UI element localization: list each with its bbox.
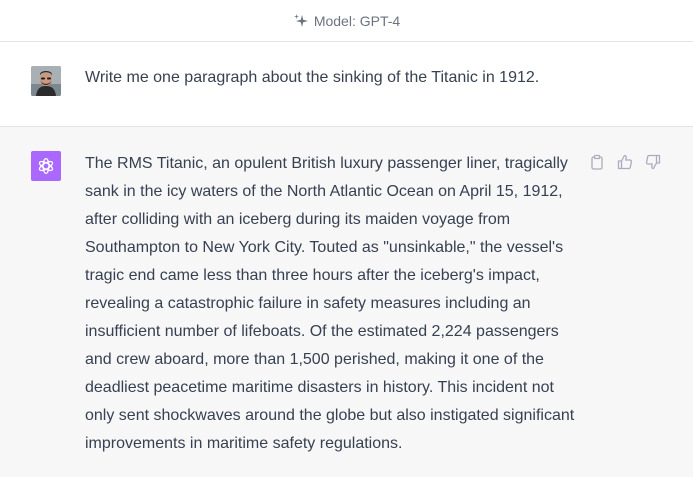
assistant-message-text: The RMS Titanic, an opulent British luxu…: [85, 155, 575, 452]
copy-icon: [591, 154, 603, 170]
thumbs-up-icon: [617, 154, 633, 170]
model-label: Model: GPT-4: [313, 12, 401, 29]
sparkles-icon: [293, 13, 308, 27]
message-actions: [588, 153, 662, 171]
user-message-text: Write me one paragraph about the sinking…: [85, 69, 540, 86]
thumbs-down-button[interactable]: [644, 153, 662, 171]
openai-logo-icon: [31, 151, 61, 181]
user-avatar: [31, 66, 61, 96]
copy-button[interactable]: [588, 153, 606, 171]
model-header: Model: GPT-4: [0, 0, 693, 42]
user-message: Write me one paragraph about the sinking…: [0, 42, 693, 127]
assistant-message: The RMS Titanic, an opulent British luxu…: [0, 127, 693, 477]
thumbs-up-button[interactable]: [616, 153, 634, 171]
thumbs-down-icon: [645, 154, 661, 170]
